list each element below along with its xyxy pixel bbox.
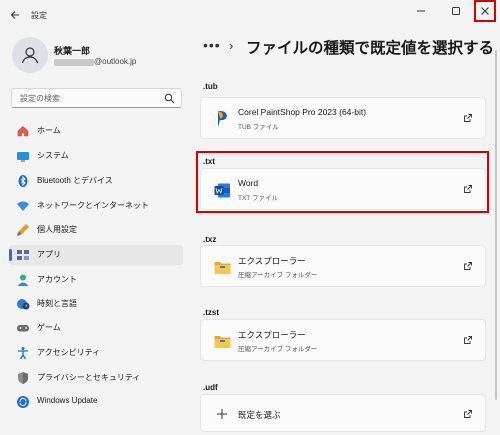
minimize-icon — [417, 10, 425, 12]
file-type-desc: 圧縮アーカイブ フォルダー — [238, 346, 318, 353]
scrollbar[interactable] — [495, 50, 497, 400]
breadcrumb-chevron-icon: › — [229, 38, 234, 53]
sidebar-item-label: 時刻と言語 — [37, 299, 77, 308]
default-app-card[interactable]: Corel PaintShop Pro 2023 (64-bit) TUB ファ… — [200, 97, 486, 139]
email-redacted — [54, 59, 94, 66]
page-title: ファイルの種類で既定値を選択する — [246, 40, 495, 57]
extension-label: .udf — [203, 383, 218, 392]
user-email: @outlook.jp — [94, 57, 137, 66]
account-icon — [16, 273, 30, 287]
apps-icon — [16, 248, 30, 262]
extension-label: .tub — [203, 82, 218, 91]
search-placeholder: 設定の検索 — [20, 94, 60, 103]
external-link-icon — [464, 114, 472, 122]
sidebar-item-time-language[interactable]: 時刻と言語 — [9, 294, 183, 314]
plus-icon — [213, 405, 231, 423]
default-app-card[interactable]: エクスプローラー 圧縮アーカイブ フォルダー — [200, 245, 486, 287]
sidebar-item-gaming[interactable]: ゲーム — [9, 318, 183, 338]
sidebar-item-label: ゲーム — [37, 323, 61, 332]
file-type-desc: TUB ファイル — [238, 124, 279, 131]
settings-search-input[interactable]: 設定の検索 — [11, 88, 182, 108]
sidebar-item-home[interactable]: ホーム — [9, 121, 183, 141]
paintshop-icon — [213, 110, 231, 128]
sidebar-item-personalization[interactable]: 個人用設定 — [9, 220, 183, 240]
brush-icon — [16, 223, 30, 237]
file-type-desc: 圧縮アーカイブ フォルダー — [238, 272, 318, 279]
external-link-icon — [464, 336, 472, 344]
search-icon — [164, 93, 175, 104]
app-name: エクスプローラー — [238, 330, 306, 340]
extension-label: .tzst — [203, 308, 219, 317]
sidebar-item-label: アプリ — [37, 250, 61, 259]
shield-icon — [16, 371, 30, 385]
sidebar-item-label: Windows Update — [37, 396, 98, 405]
maximize-button[interactable] — [441, 0, 471, 22]
sidebar-item-bluetooth[interactable]: Bluetooth とデバイス — [9, 171, 183, 191]
sidebar-item-label: ホーム — [37, 126, 61, 135]
sidebar-item-label: アクセシビリティ — [37, 348, 101, 357]
external-link-icon — [464, 410, 472, 418]
time-language-icon — [16, 297, 30, 311]
external-link-icon — [464, 262, 472, 270]
sidebar-item-windows-update[interactable]: Windows Update — [9, 392, 183, 412]
window-title: 設定 — [31, 11, 47, 20]
maximize-icon — [452, 7, 460, 15]
app-name: Corel PaintShop Pro 2023 (64-bit) — [238, 107, 367, 117]
extension-label: .txz — [203, 235, 217, 244]
sidebar-item-accounts[interactable]: アカウント — [9, 270, 183, 290]
user-icon — [21, 47, 39, 64]
sidebar-item-label: Bluetooth とデバイス — [37, 176, 113, 185]
close-button[interactable] — [474, 0, 496, 22]
system-icon — [16, 149, 30, 163]
minimize-button[interactable] — [406, 0, 436, 22]
sidebar-item-accessibility[interactable]: アクセシビリティ — [9, 343, 183, 363]
avatar[interactable] — [12, 37, 48, 73]
highlight-box — [196, 151, 489, 213]
sidebar-item-label: アカウント — [37, 275, 77, 284]
sidebar-item-label: ネットワークとインターネット — [37, 201, 149, 210]
default-app-card[interactable]: エクスプローラー 圧縮アーカイブ フォルダー — [200, 319, 486, 361]
sidebar-item-privacy[interactable]: プライバシーとセキュリティ — [9, 368, 183, 388]
breadcrumb-overflow[interactable]: ••• — [203, 37, 221, 53]
title-bar: 設定 — [0, 0, 500, 32]
update-icon — [16, 395, 30, 409]
accessibility-icon — [16, 346, 30, 360]
home-icon — [16, 124, 30, 138]
close-icon — [481, 7, 489, 15]
back-button[interactable] — [6, 6, 24, 24]
sidebar-item-system[interactable]: システム — [9, 146, 183, 166]
sidebar-item-apps[interactable]: アプリ — [9, 245, 183, 265]
sidebar-item-label: プライバシーとセキュリティ — [37, 373, 141, 382]
folder-icon — [213, 258, 231, 276]
back-arrow-icon — [10, 11, 19, 19]
user-name: 秋葉一郎 — [54, 46, 91, 56]
sidebar-item-label: 個人用設定 — [37, 225, 77, 234]
bluetooth-icon — [16, 174, 30, 188]
sidebar-item-label: システム — [37, 151, 69, 160]
choose-default-label: 既定を選ぶ — [238, 410, 281, 420]
wifi-icon — [16, 199, 30, 213]
folder-icon — [213, 332, 231, 350]
app-name: エクスプローラー — [238, 256, 306, 266]
gamepad-icon — [16, 321, 30, 335]
choose-default-card[interactable]: 既定を選ぶ — [200, 394, 486, 432]
sidebar-item-network[interactable]: ネットワークとインターネット — [9, 196, 183, 216]
